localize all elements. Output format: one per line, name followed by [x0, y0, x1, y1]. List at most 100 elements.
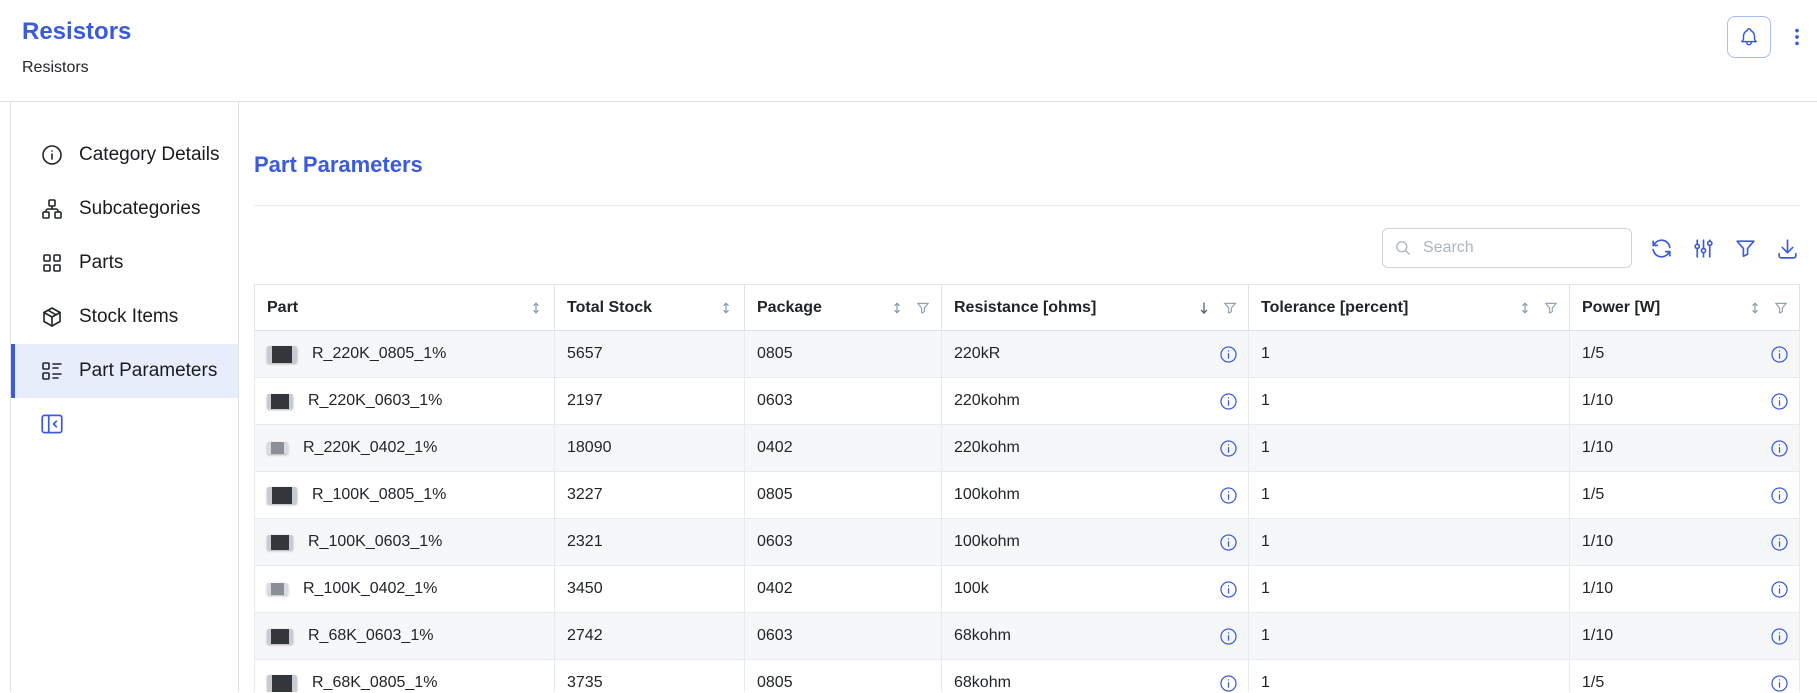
- download-button[interactable]: [1775, 236, 1800, 261]
- info-icon[interactable]: [1219, 533, 1238, 552]
- table-row[interactable]: R_68K_0805_1% 3735 0805 68kohm 1 1/5: [255, 660, 1800, 693]
- filter-icon: [1733, 236, 1758, 261]
- info-icon[interactable]: [1219, 392, 1238, 411]
- info-icon[interactable]: [1219, 674, 1238, 693]
- part-thumbnail: [267, 535, 293, 550]
- tolerance-value: 1: [1249, 566, 1570, 613]
- power-value: 1/10: [1582, 580, 1613, 598]
- column-header[interactable]: Power [W]: [1570, 285, 1800, 331]
- tolerance-value: 1: [1249, 660, 1570, 693]
- info-icon[interactable]: [1219, 627, 1238, 646]
- info-icon[interactable]: [1770, 674, 1789, 693]
- search-input[interactable]: [1421, 238, 1621, 258]
- column-header[interactable]: Tolerance [percent]: [1249, 285, 1570, 331]
- notifications-button[interactable]: [1727, 16, 1771, 58]
- column-settings-button[interactable]: [1691, 236, 1716, 261]
- main-content: Part Parameters: [239, 102, 1817, 692]
- power-value: 1/5: [1582, 345, 1604, 363]
- info-icon[interactable]: [1770, 439, 1789, 458]
- package-value: 0805: [745, 660, 942, 693]
- column-label: Part: [267, 299, 298, 317]
- sidebar-item-parts[interactable]: Parts: [11, 236, 238, 290]
- power-value: 1/5: [1582, 486, 1604, 504]
- part-name: R_100K_0603_1%: [308, 533, 442, 551]
- info-icon[interactable]: [1770, 533, 1789, 552]
- sidebar-items: Category Details Subcategories Parts Sto…: [11, 128, 238, 398]
- download-icon: [1775, 236, 1800, 261]
- part-name: R_220K_0402_1%: [303, 439, 437, 457]
- table-row[interactable]: R_100K_0402_1% 3450 0402 100k 1 1/10: [255, 566, 1800, 613]
- table-row[interactable]: R_220K_0402_1% 18090 0402 220kohm 1 1/10: [255, 425, 1800, 472]
- info-icon[interactable]: [1219, 439, 1238, 458]
- column-header[interactable]: Part: [255, 285, 555, 331]
- sidebar-item-label: Subcategories: [79, 198, 200, 220]
- sort-icon[interactable]: [1517, 300, 1533, 316]
- table-body: R_220K_0805_1% 5657 0805 220kR 1 1/5 R_2…: [255, 331, 1800, 693]
- column-label: Package: [757, 299, 822, 317]
- column-filter-icon[interactable]: [1222, 300, 1238, 316]
- search-icon: [1393, 238, 1413, 258]
- column-header[interactable]: Resistance [ohms]: [942, 285, 1249, 331]
- column-header[interactable]: Package: [745, 285, 942, 331]
- divider: [254, 205, 1800, 206]
- table-row[interactable]: R_220K_0805_1% 5657 0805 220kR 1 1/5: [255, 331, 1800, 378]
- part-thumbnail: [267, 675, 297, 692]
- table-row[interactable]: R_220K_0603_1% 2197 0603 220kohm 1 1/10: [255, 378, 1800, 425]
- column-header[interactable]: Total Stock: [555, 285, 745, 331]
- info-icon[interactable]: [1219, 580, 1238, 599]
- header: Resistors Resistors: [0, 0, 1817, 102]
- bell-icon: [1738, 26, 1760, 48]
- column-filter-icon[interactable]: [915, 300, 931, 316]
- table-row[interactable]: R_68K_0603_1% 2742 0603 68kohm 1 1/10: [255, 613, 1800, 660]
- part-thumbnail: [267, 487, 297, 504]
- total-stock-value: 3735: [555, 660, 745, 693]
- total-stock-value: 2742: [555, 613, 745, 660]
- part-name: R_68K_0805_1%: [312, 674, 437, 692]
- total-stock-value: 5657: [555, 331, 745, 378]
- power-value: 1/10: [1582, 627, 1613, 645]
- breadcrumb[interactable]: Resistors: [22, 59, 89, 77]
- search-box: [1382, 228, 1632, 268]
- kebab-icon: [1786, 26, 1808, 48]
- power-value: 1/10: [1582, 533, 1613, 551]
- overflow-menu-button[interactable]: [1785, 24, 1809, 50]
- tolerance-value: 1: [1249, 425, 1570, 472]
- filter-button[interactable]: [1733, 236, 1758, 261]
- tolerance-value: 1: [1249, 331, 1570, 378]
- adjustments-icon: [1691, 236, 1716, 261]
- info-icon[interactable]: [1219, 486, 1238, 505]
- sort-icon[interactable]: [718, 300, 734, 316]
- sidebar-item-stock-items[interactable]: Stock Items: [11, 290, 238, 344]
- sidebar-item-part-parameters[interactable]: Part Parameters: [11, 344, 238, 398]
- refresh-button[interactable]: [1649, 236, 1674, 261]
- sidebar-item-label: Stock Items: [79, 306, 178, 328]
- part-name: R_68K_0603_1%: [308, 627, 433, 645]
- column-filter-icon[interactable]: [1543, 300, 1559, 316]
- sidebar-item-subcategories[interactable]: Subcategories: [11, 182, 238, 236]
- info-icon[interactable]: [1770, 580, 1789, 599]
- sort-icon[interactable]: [1196, 300, 1212, 316]
- info-icon[interactable]: [1770, 486, 1789, 505]
- tolerance-value: 1: [1249, 519, 1570, 566]
- info-icon: [40, 143, 64, 167]
- resistance-value: 220kohm: [954, 392, 1020, 410]
- total-stock-value: 18090: [555, 425, 745, 472]
- column-filter-icon[interactable]: [1773, 300, 1789, 316]
- sidebar: Category Details Subcategories Parts Sto…: [11, 102, 239, 692]
- info-icon[interactable]: [1770, 345, 1789, 364]
- column-label: Tolerance [percent]: [1261, 299, 1408, 317]
- table-row[interactable]: R_100K_0805_1% 3227 0805 100kohm 1 1/5: [255, 472, 1800, 519]
- package-value: 0805: [745, 472, 942, 519]
- sort-icon[interactable]: [889, 300, 905, 316]
- info-icon[interactable]: [1219, 345, 1238, 364]
- sort-icon[interactable]: [1747, 300, 1763, 316]
- table-row[interactable]: R_100K_0603_1% 2321 0603 100kohm 1 1/10: [255, 519, 1800, 566]
- part-name: R_220K_0603_1%: [308, 392, 442, 410]
- header-actions: [1727, 16, 1809, 58]
- info-icon[interactable]: [1770, 392, 1789, 411]
- collapse-sidebar-button[interactable]: [39, 411, 65, 437]
- sidebar-item-category-details[interactable]: Category Details: [11, 128, 238, 182]
- resistance-value: 100kohm: [954, 486, 1020, 504]
- sort-icon[interactable]: [528, 300, 544, 316]
- info-icon[interactable]: [1770, 627, 1789, 646]
